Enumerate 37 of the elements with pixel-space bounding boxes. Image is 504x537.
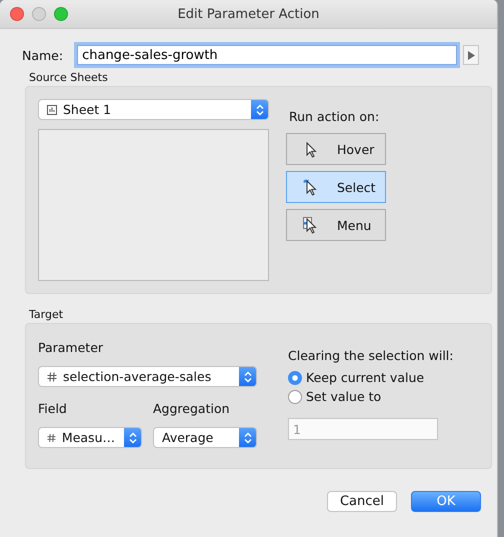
sheet-list[interactable] <box>38 129 269 281</box>
window-title: Edit Parameter Action <box>178 6 320 22</box>
expand-button[interactable] <box>463 45 480 65</box>
action-button[interactable]: Hover <box>286 133 386 165</box>
action-button[interactable]: Select <box>286 171 386 203</box>
number-icon <box>47 432 56 442</box>
menu-cursor-icon <box>303 216 317 234</box>
minimize-button[interactable] <box>32 7 46 21</box>
section-title: Target <box>29 308 64 321</box>
aggregation-dropdown[interactable]: Average <box>153 427 257 448</box>
play-icon <box>468 50 475 60</box>
stepper-icon <box>256 104 264 116</box>
stepper-icon <box>244 370 252 382</box>
zoom-button[interactable] <box>54 7 68 21</box>
name-label: Name: <box>22 48 64 62</box>
field-dropdown[interactable]: Measu… <box>38 427 142 448</box>
click-cursor-icon <box>303 178 317 196</box>
close-button[interactable] <box>10 7 24 21</box>
name-field[interactable]: change-sales-growth <box>77 45 458 65</box>
stepper-icon <box>129 432 137 444</box>
aggregation-label: Aggregation <box>153 401 231 416</box>
parameter-label: Parameter <box>38 340 104 355</box>
cancel-button[interactable]: Cancel <box>327 491 397 512</box>
section-title: Source Sheets <box>29 71 109 84</box>
radio-option[interactable]: Set value to <box>288 387 454 406</box>
stepper-icon <box>244 432 252 444</box>
number-icon <box>47 372 57 382</box>
parameter-dropdown[interactable]: selection-average-sales <box>38 366 257 387</box>
radio-option[interactable]: Keep current value <box>288 368 454 387</box>
run-action-label: Run action on: <box>289 109 380 124</box>
sheet-dropdown[interactable]: Sheet 1 <box>38 99 269 120</box>
sheet-icon <box>47 104 57 114</box>
field-label: Field <box>38 401 68 416</box>
radio-button[interactable] <box>288 370 302 384</box>
radio-button[interactable] <box>288 390 302 404</box>
clearing-label: Clearing the selection will: <box>288 348 454 363</box>
action-button[interactable]: Menu <box>286 209 386 241</box>
